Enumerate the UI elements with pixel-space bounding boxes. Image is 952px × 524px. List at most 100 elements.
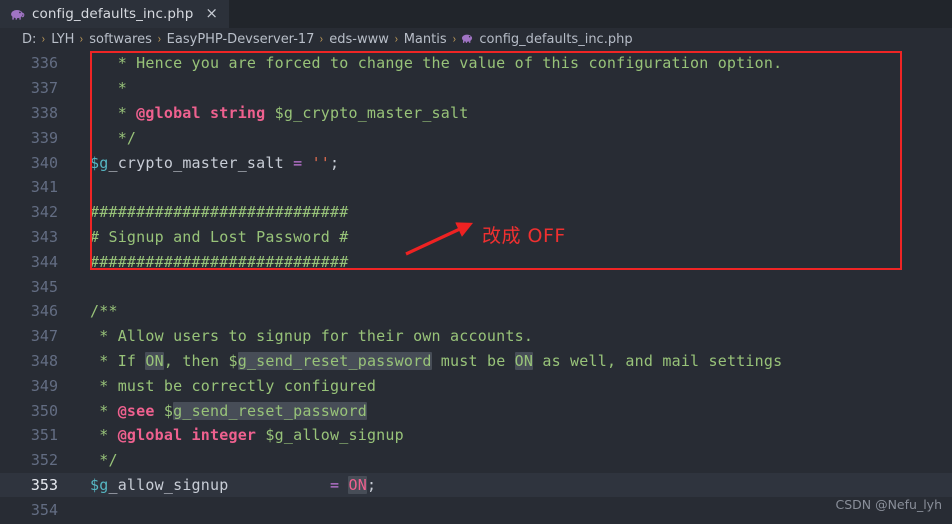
code-line[interactable]: 345 [0, 274, 952, 299]
code-token: @global integer [117, 426, 257, 445]
code-token: $g_crypto_master_salt [265, 103, 469, 122]
code-token-highlighted: ON [514, 351, 534, 370]
code-token: * [90, 79, 127, 98]
code-line[interactable]: 340 $g_crypto_master_salt = ''; [0, 150, 952, 175]
breadcrumb-segment[interactable]: eds-www [329, 32, 389, 47]
line-number: 352 [30, 451, 58, 470]
code-token: @global string [136, 103, 266, 122]
code-text: * must be correctly configured [72, 377, 376, 395]
line-number: 347 [30, 327, 58, 346]
line-number: 350 [30, 401, 58, 420]
chevron-right-icon: › [42, 32, 46, 46]
code-text: $g_crypto_master_salt = ''; [72, 154, 339, 172]
code-token: ; [330, 153, 340, 172]
code-token: _allow_signup [108, 475, 331, 494]
code-token: _crypto_master_salt [108, 153, 294, 172]
breadcrumb-segments: D: › LYH › softwares › EasyPHP-Devserver-17 › ed… [22, 32, 461, 47]
code-line[interactable]: 336 * Hence you are forced to change the… [0, 51, 952, 76]
tab-label: config_defaults_inc.php [32, 6, 194, 22]
breadcrumb-segment[interactable]: LYH [51, 32, 74, 47]
code-line[interactable]: 350 * @see $g_send_reset_password [0, 398, 952, 423]
line-number: 339 [30, 128, 58, 147]
code-line[interactable]: 354 [0, 497, 952, 522]
code-text: * @global integer $g_allow_signup [72, 426, 404, 444]
code-line[interactable]: 351 * @global integer $g_allow_signup [0, 423, 952, 448]
code-line[interactable]: 344 ############################ [0, 249, 952, 274]
chevron-right-icon: › [80, 32, 84, 46]
code-token-highlighted: g_send_reset_password [237, 351, 432, 370]
code-token: must be [431, 351, 515, 370]
code-token: /** [90, 302, 118, 321]
breadcrumb-segment[interactable]: Mantis [404, 32, 447, 47]
code-text: ############################ [72, 253, 348, 271]
chevron-right-icon: › [452, 32, 456, 46]
code-token-highlighted: ON [145, 351, 164, 370]
code-token: * must be correctly configured [90, 376, 377, 395]
line-number: 343 [30, 227, 58, 246]
chevron-right-icon: › [157, 32, 161, 46]
code-text: * [72, 79, 127, 97]
line-number: 351 [30, 426, 58, 445]
code-token: */ [90, 128, 137, 147]
php-elephant-icon [461, 32, 474, 47]
breadcrumb-file[interactable]: config_defaults_inc.php [461, 32, 633, 47]
code-line[interactable]: 337 * [0, 76, 952, 101]
chevron-right-icon: › [394, 32, 398, 46]
code-line[interactable]: 348 * If ON, then $g_send_reset_password… [0, 349, 952, 374]
line-number: 338 [30, 103, 58, 122]
code-token: ############################ [90, 203, 349, 222]
code-text: $g_allow_signup = ON; [72, 475, 377, 494]
code-text: * @see $g_send_reset_password [72, 401, 367, 420]
breadcrumb-segment[interactable]: EasyPHP-Devserver-17 [167, 32, 315, 47]
breadcrumb[interactable]: D: › LYH › softwares › EasyPHP-Devserver-17 › ed… [0, 28, 952, 51]
code-token: ; [366, 475, 377, 494]
code-text: /** [72, 302, 118, 320]
code-text: */ [72, 129, 136, 147]
code-token-highlighted: ON [348, 475, 367, 494]
breadcrumb-segment[interactable]: softwares [89, 32, 152, 47]
code-editor[interactable]: 336 * Hence you are forced to change the… [0, 51, 952, 524]
breadcrumb-segment[interactable]: D: [22, 32, 36, 47]
code-line[interactable]: 346 /** [0, 299, 952, 324]
code-text: * @global string $g_crypto_master_salt [72, 103, 469, 122]
code-line[interactable]: 352 */ [0, 448, 952, 473]
code-token: , then $ [163, 351, 238, 370]
close-icon[interactable]: × [203, 5, 220, 23]
code-line[interactable]: 342 ############################ [0, 200, 952, 225]
code-line[interactable]: 338 * @global string $g_crypto_master_sa… [0, 101, 952, 126]
editor-tab-bar: config_defaults_inc.php × [0, 0, 952, 28]
watermark: CSDN @Nefu_lyh [835, 497, 942, 512]
code-line[interactable]: 347 * Allow users to signup for their ow… [0, 324, 952, 349]
code-line[interactable]: 343 # Signup and Lost Password # [0, 225, 952, 250]
line-number: 353 [30, 475, 58, 494]
tab-config-defaults-inc-php[interactable]: config_defaults_inc.php × [0, 0, 229, 28]
line-number: 341 [30, 178, 58, 197]
code-token: * [90, 103, 137, 122]
code-line[interactable]: 349 * must be correctly configured [0, 373, 952, 398]
code-token: * [90, 401, 118, 420]
code-lines-container: 336 * Hence you are forced to change the… [0, 51, 952, 522]
line-number: 340 [30, 153, 58, 172]
code-token: * [90, 426, 118, 445]
code-token: $g [90, 475, 109, 494]
code-line[interactable]: 353 $g_allow_signup = ON; [0, 472, 952, 498]
code-token: @see [117, 401, 155, 420]
code-token: * Allow users to signup for their own ac… [90, 327, 534, 346]
breadcrumb-file-label: config_defaults_inc.php [479, 32, 633, 47]
line-number: 344 [30, 252, 58, 271]
code-token: = [293, 153, 303, 172]
line-number: 348 [30, 351, 58, 370]
code-text: ############################ [72, 203, 348, 221]
code-token: '' [311, 153, 331, 172]
code-text: * If ON, then $g_send_reset_password mus… [72, 351, 782, 370]
chevron-right-icon: › [320, 32, 324, 46]
code-token: ############################ [90, 252, 349, 271]
code-text: */ [72, 451, 118, 469]
code-line[interactable]: 339 */ [0, 125, 952, 150]
code-line[interactable]: 341 [0, 175, 952, 200]
line-number: 337 [30, 79, 58, 98]
line-number: 346 [30, 302, 58, 321]
line-number: 354 [30, 500, 58, 519]
code-token: $g_allow_signup [256, 426, 404, 445]
